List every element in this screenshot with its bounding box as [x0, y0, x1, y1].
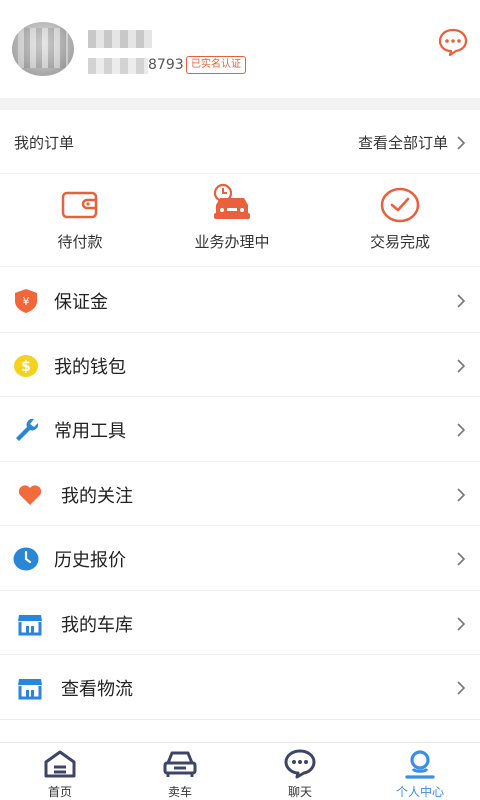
section-divider [0, 98, 480, 110]
chevron-right-icon [457, 136, 466, 150]
chat-icon [284, 749, 316, 779]
tab-label: 个人中心 [395, 785, 444, 799]
menu-item-label: 保证金 [54, 292, 108, 313]
chevron-right-icon [457, 552, 466, 566]
tab-label: 卖车 [167, 785, 192, 799]
home-icon [44, 750, 76, 778]
status-label: 交易完成 [369, 233, 430, 251]
tab-sell-car[interactable]: 卖车 [120, 743, 240, 800]
car-icon [163, 751, 197, 777]
status-label: 业务办理中 [194, 233, 270, 251]
tab-label: 聊天 [287, 785, 312, 799]
menu-item-label: 历史报价 [54, 550, 126, 571]
check-circle-icon [380, 187, 420, 223]
person-icon [405, 750, 435, 779]
chevron-right-icon [457, 487, 466, 502]
tab-chat[interactable]: 聊天 [240, 743, 360, 800]
menu-item-wallet[interactable]: $ 我的钱包 [0, 333, 480, 397]
status-pending-payment[interactable]: 待付款 [0, 175, 160, 267]
menu-item-label: 我的钱包 [54, 356, 126, 378]
chevron-right-icon [457, 681, 466, 695]
profile-header: 8793 已实名认证 [0, 0, 480, 98]
menu-item-label: 我的关注 [61, 485, 133, 507]
menu-item-follows[interactable]: 我的关注 [0, 462, 480, 526]
chevron-right-icon [457, 616, 466, 631]
store-icon [18, 614, 42, 635]
verified-badge: 已实名认证 [186, 56, 246, 74]
menu-item-garage[interactable]: 我的车库 [0, 591, 480, 655]
status-completed[interactable]: 交易完成 [320, 175, 480, 267]
tab-label: 首页 [47, 785, 72, 799]
menu-item-logistics[interactable]: 查看物流 [0, 655, 480, 720]
wrench-icon [16, 418, 39, 441]
heart-icon [18, 484, 42, 505]
order-status-bar: 待付款 业务办理中 交易完成 [0, 175, 480, 267]
wallet-icon [61, 191, 98, 219]
menu-item-label: 常用工具 [54, 421, 126, 442]
store-icon [18, 679, 42, 700]
svg-text:¥: ¥ [23, 295, 30, 308]
status-processing[interactable]: 业务办理中 [152, 175, 312, 267]
message-icon[interactable] [438, 28, 468, 56]
svg-text:$: $ [21, 359, 31, 375]
avatar-mosaic [18, 28, 68, 68]
menu-list: ¥ 保证金 $ 我的钱包 常用工具 我的关注 历史报价 我的车库 查看物流 [0, 268, 480, 720]
car-clock-icon [213, 183, 250, 219]
view-all-orders-link[interactable]: 查看全部订单 [358, 132, 448, 153]
orders-title: 我的订单 [14, 134, 75, 152]
avatar[interactable] [12, 22, 74, 76]
menu-item-label: 我的车库 [61, 614, 133, 636]
status-label: 待付款 [57, 233, 103, 251]
orders-header[interactable]: 我的订单 查看全部订单 [0, 110, 480, 174]
username-redacted [88, 30, 152, 48]
menu-item-tools[interactable]: 常用工具 [0, 397, 480, 462]
phone-redacted [88, 58, 148, 74]
chevron-right-icon [457, 423, 466, 437]
clock-icon [13, 547, 39, 571]
tab-home[interactable]: 首页 [0, 743, 120, 800]
dollar-coin-icon: $ [14, 354, 38, 377]
tab-profile[interactable]: 个人中心 [360, 743, 480, 800]
menu-item-deposit[interactable]: ¥ 保证金 [0, 268, 480, 333]
menu-item-label: 查看物流 [61, 679, 133, 700]
chevron-right-icon [457, 294, 466, 308]
chevron-right-icon [457, 358, 466, 373]
shield-yen-icon: ¥ [15, 289, 37, 313]
phone-number-tail: 8793 [148, 57, 184, 73]
bottom-tab-bar: 首页 卖车 聊天 个人中心 [0, 742, 480, 800]
menu-item-quote-history[interactable]: 历史报价 [0, 526, 480, 591]
